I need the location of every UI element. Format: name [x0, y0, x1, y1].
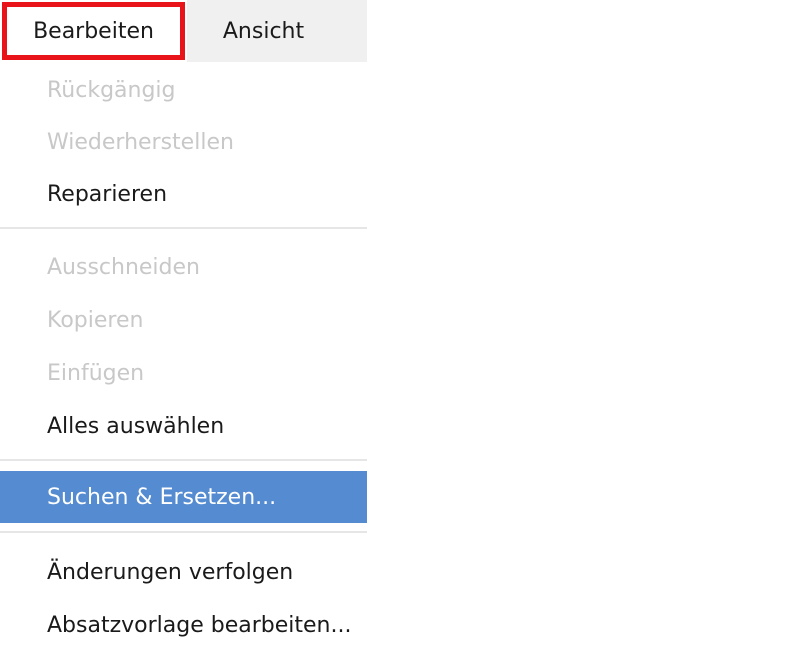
menu-item-track-changes[interactable]: Änderungen verfolgen	[0, 546, 367, 598]
menu-tab-bearbeiten[interactable]: Bearbeiten	[0, 0, 187, 62]
menu-tab-ansicht[interactable]: Ansicht	[187, 0, 340, 62]
menu-separator	[0, 531, 367, 533]
menu-item-label: Wiederherstellen	[47, 129, 234, 155]
menu-item-paste[interactable]: Einfügen	[0, 347, 367, 399]
edit-dropdown-menu: Rückgängig Wiederherstellen Reparieren A…	[0, 62, 367, 650]
menu-item-label: Absatzvorlage bearbeiten...	[47, 612, 352, 638]
menu-item-label: Kopieren	[47, 307, 144, 333]
menu-separator	[0, 459, 367, 461]
menu-tab-label: Bearbeiten	[33, 18, 154, 44]
menu-item-label: Einfügen	[47, 360, 145, 386]
menu-item-label: Rückgängig	[47, 77, 176, 103]
menu-item-find-replace[interactable]: Suchen & Ersetzen...	[0, 471, 367, 523]
app-window: Bearbeiten Ansicht Rückgängig Wiederhers…	[0, 0, 787, 650]
menu-item-label: Suchen & Ersetzen...	[47, 484, 277, 510]
menu-item-edit-paragraph-style[interactable]: Absatzvorlage bearbeiten...	[0, 599, 367, 650]
menu-item-undo[interactable]: Rückgängig	[0, 64, 367, 116]
menu-tab-label: Ansicht	[222, 18, 305, 44]
menu-separator	[0, 227, 367, 229]
menu-item-select-all[interactable]: Alles auswählen	[0, 400, 367, 452]
menu-item-label: Änderungen verfolgen	[47, 559, 294, 585]
menu-item-redo[interactable]: Wiederherstellen	[0, 116, 367, 168]
menu-item-repair[interactable]: Reparieren	[0, 168, 367, 220]
menu-item-label: Reparieren	[47, 181, 168, 207]
menu-item-copy[interactable]: Kopieren	[0, 294, 367, 346]
menu-item-cut[interactable]: Ausschneiden	[0, 241, 367, 293]
menu-bar: Bearbeiten Ansicht	[0, 0, 367, 62]
menu-item-label: Alles auswählen	[47, 413, 225, 439]
menu-item-label: Ausschneiden	[47, 254, 200, 280]
